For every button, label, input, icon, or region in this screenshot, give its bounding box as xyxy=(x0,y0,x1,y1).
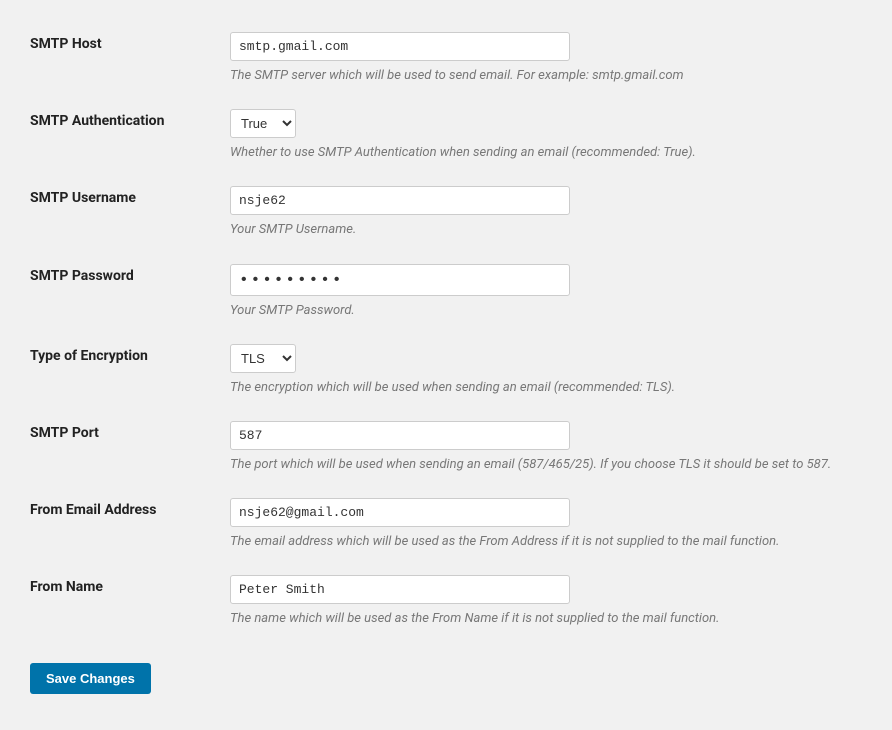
save-section: Save Changes xyxy=(20,641,872,706)
encryption-row: Type of Encryption TLS SSL None The encr… xyxy=(20,332,872,409)
smtp-port-hint: The port which will be used when sending… xyxy=(230,456,862,474)
smtp-auth-hint: Whether to use SMTP Authentication when … xyxy=(230,144,862,162)
encryption-select[interactable]: TLS SSL None xyxy=(230,344,296,373)
encryption-label: Type of Encryption xyxy=(20,332,220,409)
from-name-input[interactable] xyxy=(230,575,570,604)
from-email-cell: The email address which will be used as … xyxy=(220,486,872,563)
smtp-auth-row: SMTP Authentication True False Whether t… xyxy=(20,97,872,174)
smtp-host-row: SMTP Host The SMTP server which will be … xyxy=(20,20,872,97)
from-email-row: From Email Address The email address whi… xyxy=(20,486,872,563)
from-email-input[interactable] xyxy=(230,498,570,527)
smtp-auth-label: SMTP Authentication xyxy=(20,97,220,174)
smtp-port-row: SMTP Port The port which will be used wh… xyxy=(20,409,872,486)
smtp-host-hint: The SMTP server which will be used to se… xyxy=(230,67,862,85)
smtp-password-cell: Your SMTP Password. xyxy=(220,252,872,332)
from-email-label: From Email Address xyxy=(20,486,220,563)
smtp-username-input[interactable] xyxy=(230,186,570,215)
from-name-cell: The name which will be used as the From … xyxy=(220,563,872,640)
encryption-hint: The encryption which will be used when s… xyxy=(230,379,862,397)
smtp-username-cell: Your SMTP Username. xyxy=(220,174,872,251)
smtp-port-input[interactable] xyxy=(230,421,570,450)
from-name-hint: The name which will be used as the From … xyxy=(230,610,862,628)
smtp-port-label: SMTP Port xyxy=(20,409,220,486)
smtp-auth-cell: True False Whether to use SMTP Authentic… xyxy=(220,97,872,174)
encryption-cell: TLS SSL None The encryption which will b… xyxy=(220,332,872,409)
save-changes-button[interactable]: Save Changes xyxy=(30,663,151,694)
smtp-password-hint: Your SMTP Password. xyxy=(230,302,862,320)
from-name-label: From Name xyxy=(20,563,220,640)
settings-form: SMTP Host The SMTP server which will be … xyxy=(20,20,872,641)
smtp-host-label: SMTP Host xyxy=(20,20,220,97)
smtp-password-row: SMTP Password Your SMTP Password. xyxy=(20,252,872,332)
smtp-password-input[interactable] xyxy=(230,264,570,296)
smtp-password-label: SMTP Password xyxy=(20,252,220,332)
smtp-host-cell: The SMTP server which will be used to se… xyxy=(220,20,872,97)
smtp-username-label: SMTP Username xyxy=(20,174,220,251)
from-email-hint: The email address which will be used as … xyxy=(230,533,862,551)
from-name-row: From Name The name which will be used as… xyxy=(20,563,872,640)
smtp-auth-select[interactable]: True False xyxy=(230,109,296,138)
smtp-username-hint: Your SMTP Username. xyxy=(230,221,862,239)
smtp-username-row: SMTP Username Your SMTP Username. xyxy=(20,174,872,251)
smtp-host-input[interactable] xyxy=(230,32,570,61)
smtp-port-cell: The port which will be used when sending… xyxy=(220,409,872,486)
